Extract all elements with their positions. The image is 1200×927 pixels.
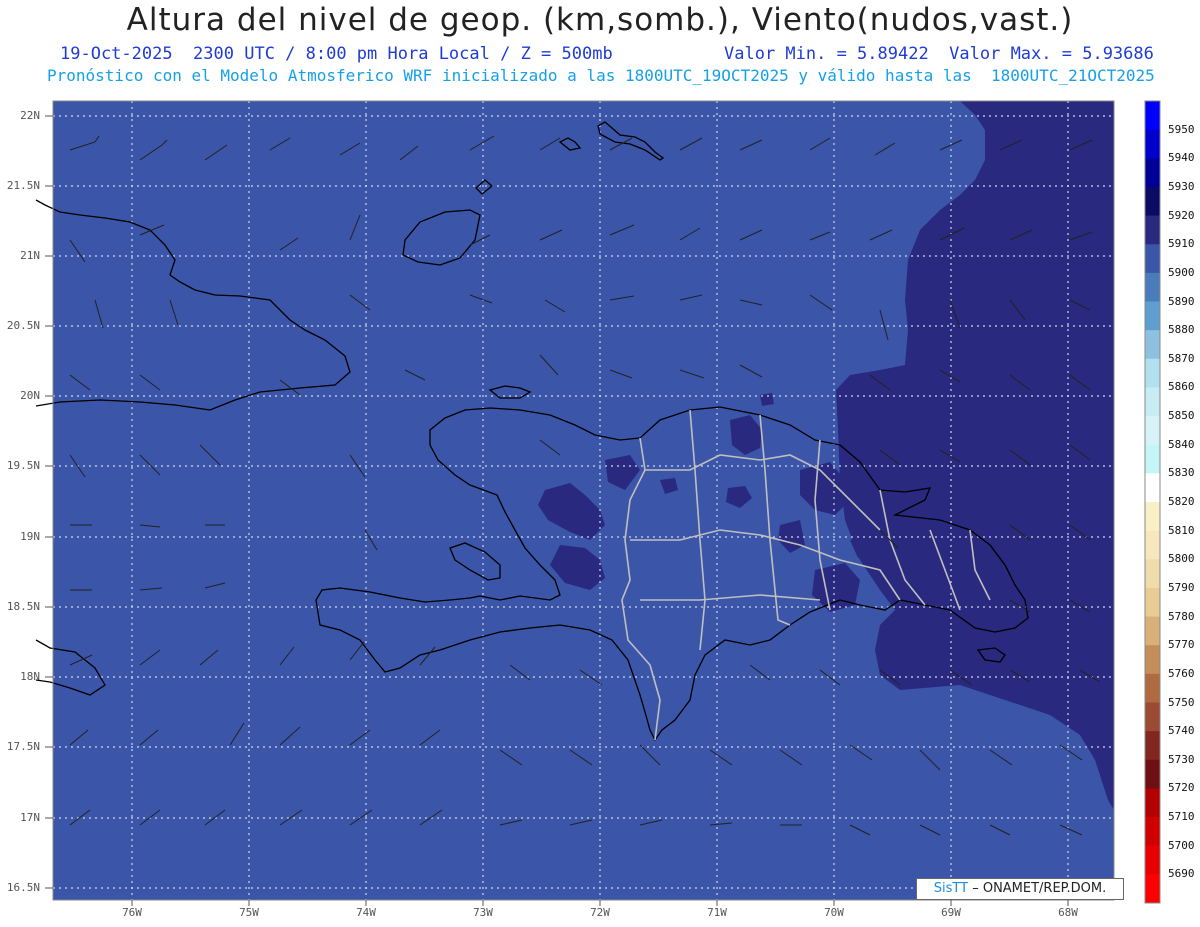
- lat-label: 19.5N: [6, 459, 40, 472]
- colorbar-label: 5740: [1168, 724, 1195, 738]
- lon-label: 71W: [707, 906, 727, 919]
- colorbar-label: 5900: [1168, 265, 1195, 279]
- lat-label: 20N: [20, 389, 40, 402]
- lat-label: 17.5N: [6, 740, 40, 753]
- colorbar-label: 5780: [1168, 609, 1195, 623]
- credit-brand: SisTT: [933, 881, 969, 896]
- colorbar-swatch: [1145, 616, 1160, 646]
- colorbar-swatch: [1145, 301, 1160, 331]
- colorbar-label: 5890: [1168, 294, 1195, 308]
- colorbar-swatch: [1145, 817, 1160, 847]
- colorbar-label: 5790: [1168, 580, 1195, 594]
- colorbar-label: 5840: [1168, 437, 1195, 451]
- credit-suffix: – ONAMET/REP.DOM.: [972, 881, 1107, 896]
- lon-label: 75W: [239, 906, 259, 919]
- colorbar-swatch: [1145, 101, 1160, 131]
- colorbar-label: 5910: [1168, 237, 1195, 251]
- weather-map: [35, 100, 1161, 906]
- lat-label: 18N: [20, 670, 40, 683]
- lon-label: 69W: [941, 906, 961, 919]
- lon-label: 70W: [824, 906, 844, 919]
- credit-badge: SisTT – ONAMET/REP.DOM.: [916, 878, 1124, 900]
- colorbar-swatch: [1145, 731, 1160, 761]
- lat-label: 17N: [20, 811, 40, 824]
- colorbar-swatch: [1145, 673, 1160, 703]
- lon-label: 74W: [356, 906, 376, 919]
- colorbar-label: 5930: [1168, 179, 1195, 193]
- colorbar: [1144, 100, 1161, 904]
- colorbar-swatch: [1145, 272, 1160, 302]
- colorbar-label: 5920: [1168, 208, 1195, 222]
- colorbar-label: 5880: [1168, 323, 1195, 337]
- colorbar-label: 5830: [1168, 466, 1195, 480]
- colorbar-label: 5750: [1168, 695, 1195, 709]
- colorbar-label: 5850: [1168, 409, 1195, 423]
- lat-label: 22N: [20, 109, 40, 122]
- colorbar-label: 5710: [1168, 810, 1195, 824]
- colorbar-swatch: [1145, 587, 1160, 618]
- colorbar-swatch: [1145, 215, 1160, 245]
- lat-label: 19N: [20, 530, 40, 543]
- colorbar-swatch: [1145, 530, 1160, 560]
- colorbar-label: 5940: [1168, 151, 1195, 165]
- colorbar-label: 5700: [1168, 838, 1195, 852]
- colorbar-label: 5860: [1168, 380, 1195, 394]
- colorbar-swatch: [1145, 416, 1160, 446]
- colorbar-swatch: [1145, 444, 1160, 474]
- lon-label: 73W: [473, 906, 493, 919]
- colorbar-swatch: [1145, 129, 1160, 159]
- colorbar-label: 5820: [1168, 495, 1195, 508]
- colorbar-swatch: [1145, 845, 1160, 875]
- lat-label: 16.5N: [6, 881, 40, 894]
- colorbar-swatch: [1145, 158, 1160, 188]
- lon-label: 72W: [590, 906, 610, 919]
- lat-label: 18.5N: [6, 600, 40, 613]
- colorbar-swatch: [1145, 473, 1160, 503]
- colorbar-label: 5720: [1168, 781, 1195, 795]
- lat-label: 20.5N: [6, 319, 40, 332]
- colorbar-label: 5760: [1168, 666, 1195, 680]
- colorbar-swatch: [1145, 358, 1160, 388]
- colorbar-swatch: [1145, 702, 1160, 732]
- colorbar-swatch: [1145, 788, 1160, 818]
- colorbar-swatch: [1145, 559, 1160, 589]
- colorbar-swatch: [1145, 759, 1160, 789]
- colorbar-label: 5870: [1168, 351, 1195, 365]
- colorbar-label: 5950: [1168, 122, 1195, 136]
- colorbar-swatch: [1145, 387, 1160, 417]
- lon-label: 68W: [1058, 906, 1078, 919]
- lat-label: 21.5N: [6, 179, 40, 192]
- colorbar-label: 5690: [1168, 867, 1195, 881]
- colorbar-label: 5810: [1168, 523, 1195, 537]
- colorbar-swatch: [1145, 186, 1160, 217]
- colorbar-swatch: [1145, 645, 1160, 675]
- lat-label: 21N: [20, 249, 40, 262]
- colorbar-swatch: [1145, 874, 1160, 904]
- colorbar-label: 5730: [1168, 752, 1195, 766]
- colorbar-swatch: [1145, 244, 1160, 274]
- colorbar-label: 5770: [1168, 638, 1195, 652]
- colorbar-swatch: [1145, 330, 1160, 360]
- colorbar-label: 5800: [1168, 552, 1195, 566]
- colorbar-swatch: [1145, 502, 1160, 532]
- lon-label: 76W: [122, 906, 142, 919]
